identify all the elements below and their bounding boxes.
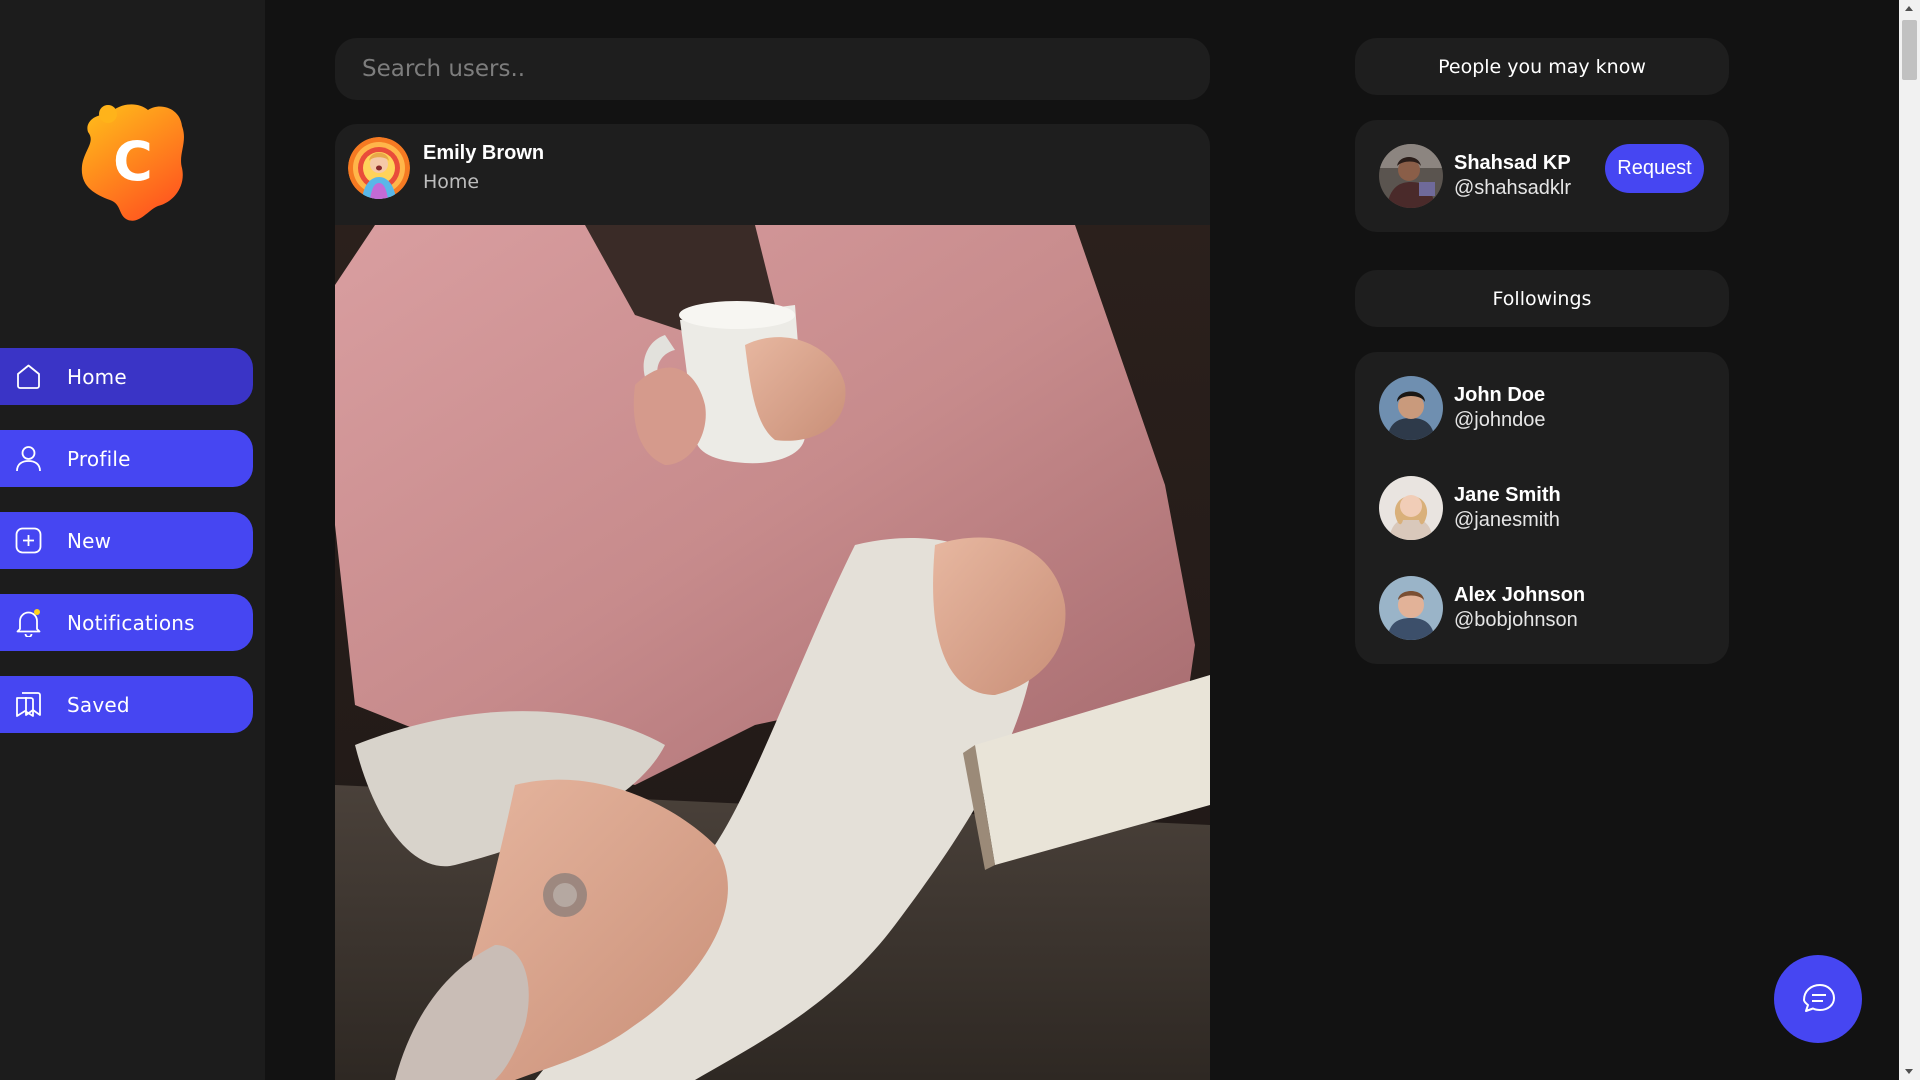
post-image[interactable] [335,225,1210,1080]
sidebar-item-label: Saved [67,692,130,717]
sidebar-item-notifications[interactable]: Notifications [0,594,253,651]
avatar[interactable] [1379,376,1443,440]
avatar[interactable] [1379,144,1443,208]
post-location: Home [423,171,480,193]
chat-bubbles-icon [1803,984,1835,1012]
sidebar-item-new[interactable]: New [0,512,253,569]
user-name[interactable]: John Doe [1454,384,1545,407]
bell-icon [16,609,41,637]
following-user[interactable]: John Doe @johndoe [1379,376,1709,440]
followings-title: Followings [1492,287,1592,310]
following-user[interactable]: Jane Smith @janesmith [1379,476,1709,540]
scroll-down-icon[interactable] [1905,1069,1913,1074]
sidebar-item-home[interactable]: Home [0,348,253,405]
avatar[interactable] [1379,576,1443,640]
sidebar: C Home Profile New Notifications Saved [0,0,265,1080]
search-input[interactable] [335,38,1210,100]
avatar[interactable] [1379,476,1443,540]
avatar[interactable] [348,137,410,199]
app-logo[interactable]: C [78,102,188,226]
user-handle: @janesmith [1454,509,1560,531]
chat-button[interactable] [1774,955,1862,1043]
plus-square-icon [15,527,42,554]
bookmark-icon [16,692,41,717]
sidebar-item-saved[interactable]: Saved [0,676,253,733]
suggestions-header: People you may know [1355,38,1729,95]
user-handle: @shahsadklr [1454,177,1572,199]
user-handle: @bobjohnson [1454,609,1578,631]
user-icon [16,446,41,472]
logo-letter: C [113,130,153,193]
following-user[interactable]: Alex Johnson @bobjohnson [1379,576,1709,640]
user-name[interactable]: Alex Johnson [1454,584,1585,607]
post-card: Emily Brown Home [335,124,1210,1080]
sidebar-item-label: Notifications [67,610,195,635]
post-author[interactable]: Emily Brown [423,142,544,165]
page-scrollbar[interactable] [1899,0,1920,1080]
scroll-up-icon[interactable] [1905,6,1913,11]
scroll-thumb[interactable] [1902,20,1917,80]
suggestions-title: People you may know [1438,55,1646,78]
sidebar-item-label: Home [67,364,127,389]
request-button[interactable]: Request [1605,144,1704,193]
user-name[interactable]: Jane Smith [1454,484,1561,507]
sidebar-item-label: Profile [67,446,131,471]
sidebar-item-label: New [67,528,112,553]
user-name[interactable]: Shahsad KP [1454,152,1571,175]
sidebar-item-profile[interactable]: Profile [0,430,253,487]
followings-header: Followings [1355,270,1729,327]
home-icon [17,364,40,389]
user-handle: @johndoe [1454,409,1546,431]
followings-panel: John Doe @johndoe Jane Smith @janesmith … [1355,352,1729,664]
